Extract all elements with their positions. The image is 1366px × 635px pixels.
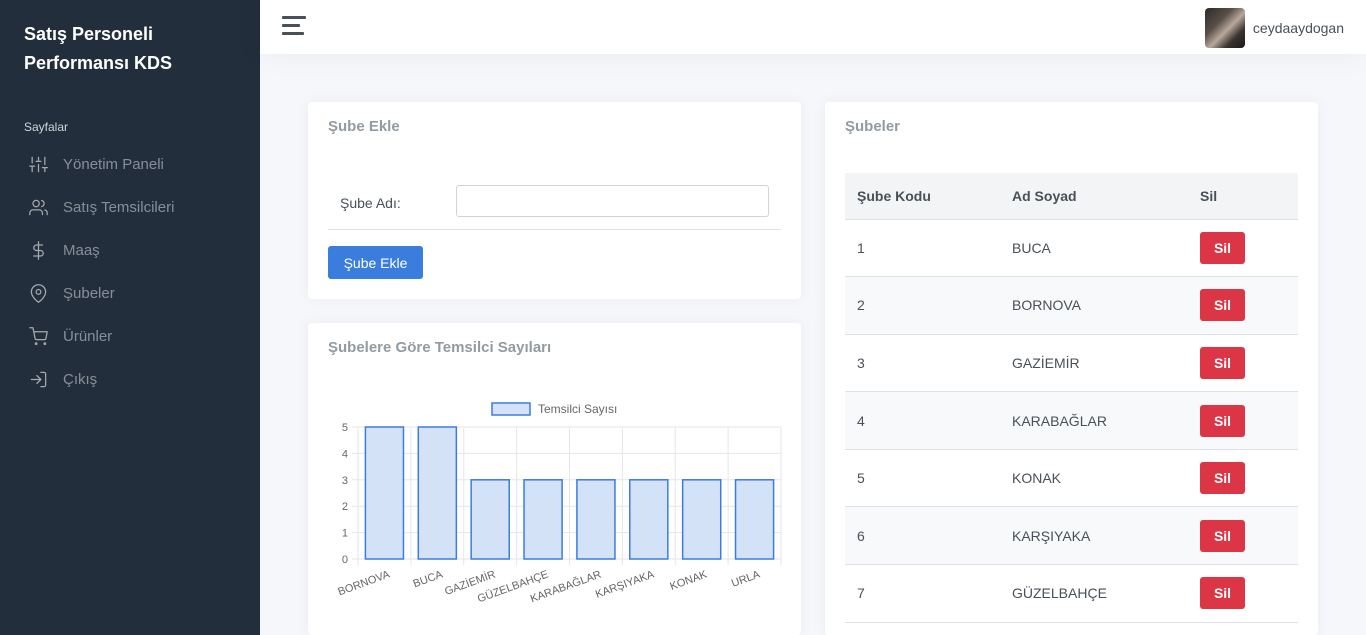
sidebar-item-label: Yönetim Paneli bbox=[63, 156, 164, 173]
sidebar-item-label: Çıkış bbox=[63, 371, 98, 388]
branch-name-label: Şube Adı: bbox=[340, 195, 401, 211]
card-title: Şube Ekle bbox=[328, 118, 400, 135]
divider bbox=[328, 229, 781, 230]
sidebar: Satış Personeli Performansı KDS Sayfalar… bbox=[0, 0, 260, 635]
delete-cell: Sil bbox=[1188, 219, 1298, 278]
bar-buca bbox=[417, 426, 458, 560]
sidebar-item-yonetim-paneli[interactable]: Yönetim Paneli bbox=[0, 143, 260, 186]
branch-name-cell: BUCA bbox=[1000, 219, 1188, 278]
branches-card: Şubeler Şube Kodu Ad Soyad Sil 1 BUCA Sil 2… bbox=[825, 102, 1318, 635]
delete-cell: Sil bbox=[1188, 391, 1298, 450]
y-tick-label: 4 bbox=[342, 448, 348, 460]
branch-name-cell: BORNOVA bbox=[1000, 276, 1188, 335]
branch-code-cell: 3 bbox=[845, 334, 1000, 393]
x-tick-label: BORNOVA bbox=[336, 568, 392, 598]
sidebar-item-subeler[interactable]: Şubeler bbox=[0, 272, 260, 315]
y-tick-label: 5 bbox=[342, 422, 348, 434]
branches-table: Şube Kodu Ad Soyad Sil 1 BUCA Sil 2 BORNOVA S… bbox=[845, 173, 1298, 623]
bar-karşiyaka bbox=[629, 479, 669, 560]
table-row: 1 BUCA Sil bbox=[845, 219, 1298, 278]
column-header-delete: Sil bbox=[1188, 173, 1298, 220]
bar-bornova bbox=[364, 426, 405, 560]
card-title: Şubeler bbox=[845, 118, 901, 135]
column-header-name: Ad Soyad bbox=[1000, 173, 1188, 220]
table-row: 6 KARŞIYAKA Sil bbox=[845, 506, 1298, 566]
y-tick-label: 2 bbox=[342, 501, 348, 513]
branch-code-cell: 5 bbox=[845, 449, 1000, 508]
legend-swatch bbox=[491, 402, 531, 416]
delete-button[interactable]: Sil bbox=[1200, 346, 1245, 379]
y-tick-label: 1 bbox=[342, 528, 348, 540]
map-pin-icon bbox=[28, 284, 48, 304]
x-tick-label: URLA bbox=[730, 568, 762, 590]
topbar: ceydaaydogan bbox=[260, 0, 1366, 54]
x-tick-label: BUCA bbox=[412, 568, 445, 590]
branch-name-input[interactable] bbox=[456, 185, 769, 217]
bar-karabağlar bbox=[576, 479, 616, 560]
delete-cell: Sil bbox=[1188, 449, 1298, 508]
y-tick-label: 0 bbox=[342, 554, 348, 566]
delete-button[interactable]: Sil bbox=[1200, 231, 1245, 264]
x-tick-label: KARŞIYAKA bbox=[594, 568, 657, 601]
dollar-icon bbox=[28, 241, 48, 261]
x-tick-label: KONAK bbox=[668, 568, 709, 593]
user-menu[interactable]: ceydaaydogan bbox=[1204, 8, 1344, 48]
username: ceydaaydogan bbox=[1252, 20, 1344, 36]
sidebar-brand[interactable]: Satış Personeli Performansı KDS bbox=[24, 20, 244, 78]
sidebar-item-urunler[interactable]: Ürünler bbox=[0, 315, 260, 358]
branch-name-cell: KARŞIYAKA bbox=[1000, 506, 1188, 566]
avatar[interactable] bbox=[1204, 8, 1245, 48]
sliders-icon bbox=[28, 155, 48, 175]
sidebar-header: Sayfalar bbox=[24, 120, 69, 134]
add-branch-button[interactable]: Şube Ekle bbox=[328, 246, 423, 279]
chart-card: Şubelere Göre Temsilci Sayıları 0 1 2 3 4 5 BO… bbox=[308, 323, 801, 635]
add-branch-card: Şube Ekle Şube Adı: Şube Ekle bbox=[308, 102, 801, 299]
sidebar-item-label: Şubeler bbox=[63, 285, 115, 302]
sidebar-item-satis-temsilcileri[interactable]: Satış Temsilcileri bbox=[0, 186, 260, 229]
bar-gazi̇emi̇r bbox=[470, 479, 510, 560]
sidebar-item-maas[interactable]: Maaş bbox=[0, 229, 260, 272]
y-tick-label: 3 bbox=[342, 475, 348, 487]
table-header-row: Şube Kodu Ad Soyad Sil bbox=[845, 173, 1298, 220]
branch-code-cell: 7 bbox=[845, 564, 1000, 623]
users-icon bbox=[28, 198, 48, 218]
bar-konak bbox=[681, 479, 722, 560]
bar-urla bbox=[734, 479, 775, 560]
cart-icon bbox=[28, 327, 48, 347]
table-row: 3 GAZİEMİR Sil bbox=[845, 334, 1298, 393]
sidebar-item-cikis[interactable]: Çıkış bbox=[0, 358, 260, 401]
sidebar-item-label: Maaş bbox=[63, 242, 100, 259]
bar-chart: 012345BORNOVA BUCAGAZİEMİRGÜZELBAHÇEKARAB… bbox=[336, 402, 782, 605]
delete-button[interactable]: Sil bbox=[1200, 577, 1245, 610]
delete-button[interactable]: Sil bbox=[1200, 404, 1245, 437]
branch-name-cell: KARABAĞLAR bbox=[1000, 391, 1188, 450]
delete-cell: Sil bbox=[1188, 506, 1298, 566]
branch-name-cell: KONAK bbox=[1000, 449, 1188, 508]
delete-cell: Sil bbox=[1188, 564, 1298, 623]
sidebar-item-label: Ürünler bbox=[63, 328, 113, 345]
delete-button[interactable]: Sil bbox=[1200, 289, 1245, 322]
log-in-icon bbox=[28, 370, 48, 390]
branch-code-cell: 2 bbox=[845, 276, 1000, 335]
table-row: 4 KARABAĞLAR Sil bbox=[845, 391, 1298, 450]
sidebar-nav: Yönetim Paneli Satış Temsilcileri Maaş Ş… bbox=[0, 143, 260, 401]
legend-label: Temsilci Sayısı bbox=[538, 402, 617, 416]
branch-code-cell: 1 bbox=[845, 219, 1000, 278]
table-row: 2 BORNOVA Sil bbox=[845, 276, 1298, 335]
delete-cell: Sil bbox=[1188, 334, 1298, 393]
branches-table-body: 1 BUCA Sil 2 BORNOVA Sil 3 GAZİEMİR Sil 4 KARABAĞL… bbox=[845, 219, 1298, 623]
delete-button[interactable]: Sil bbox=[1200, 519, 1245, 552]
menu-toggle-icon[interactable] bbox=[282, 16, 306, 36]
table-row: 5 KONAK Sil bbox=[845, 449, 1298, 508]
branch-name-cell: GÜZELBAHÇE bbox=[1000, 564, 1188, 623]
table-row: 7 GÜZELBAHÇE Sil bbox=[845, 564, 1298, 623]
column-header-code: Şube Kodu bbox=[845, 173, 1000, 220]
branch-name-cell: GAZİEMİR bbox=[1000, 334, 1188, 393]
delete-button[interactable]: Sil bbox=[1200, 462, 1245, 495]
delete-cell: Sil bbox=[1188, 276, 1298, 335]
sidebar-item-label: Satış Temsilcileri bbox=[63, 199, 175, 216]
branch-code-cell: 6 bbox=[845, 506, 1000, 566]
branch-code-cell: 4 bbox=[845, 391, 1000, 450]
bar-güzelbahçe bbox=[523, 479, 563, 560]
